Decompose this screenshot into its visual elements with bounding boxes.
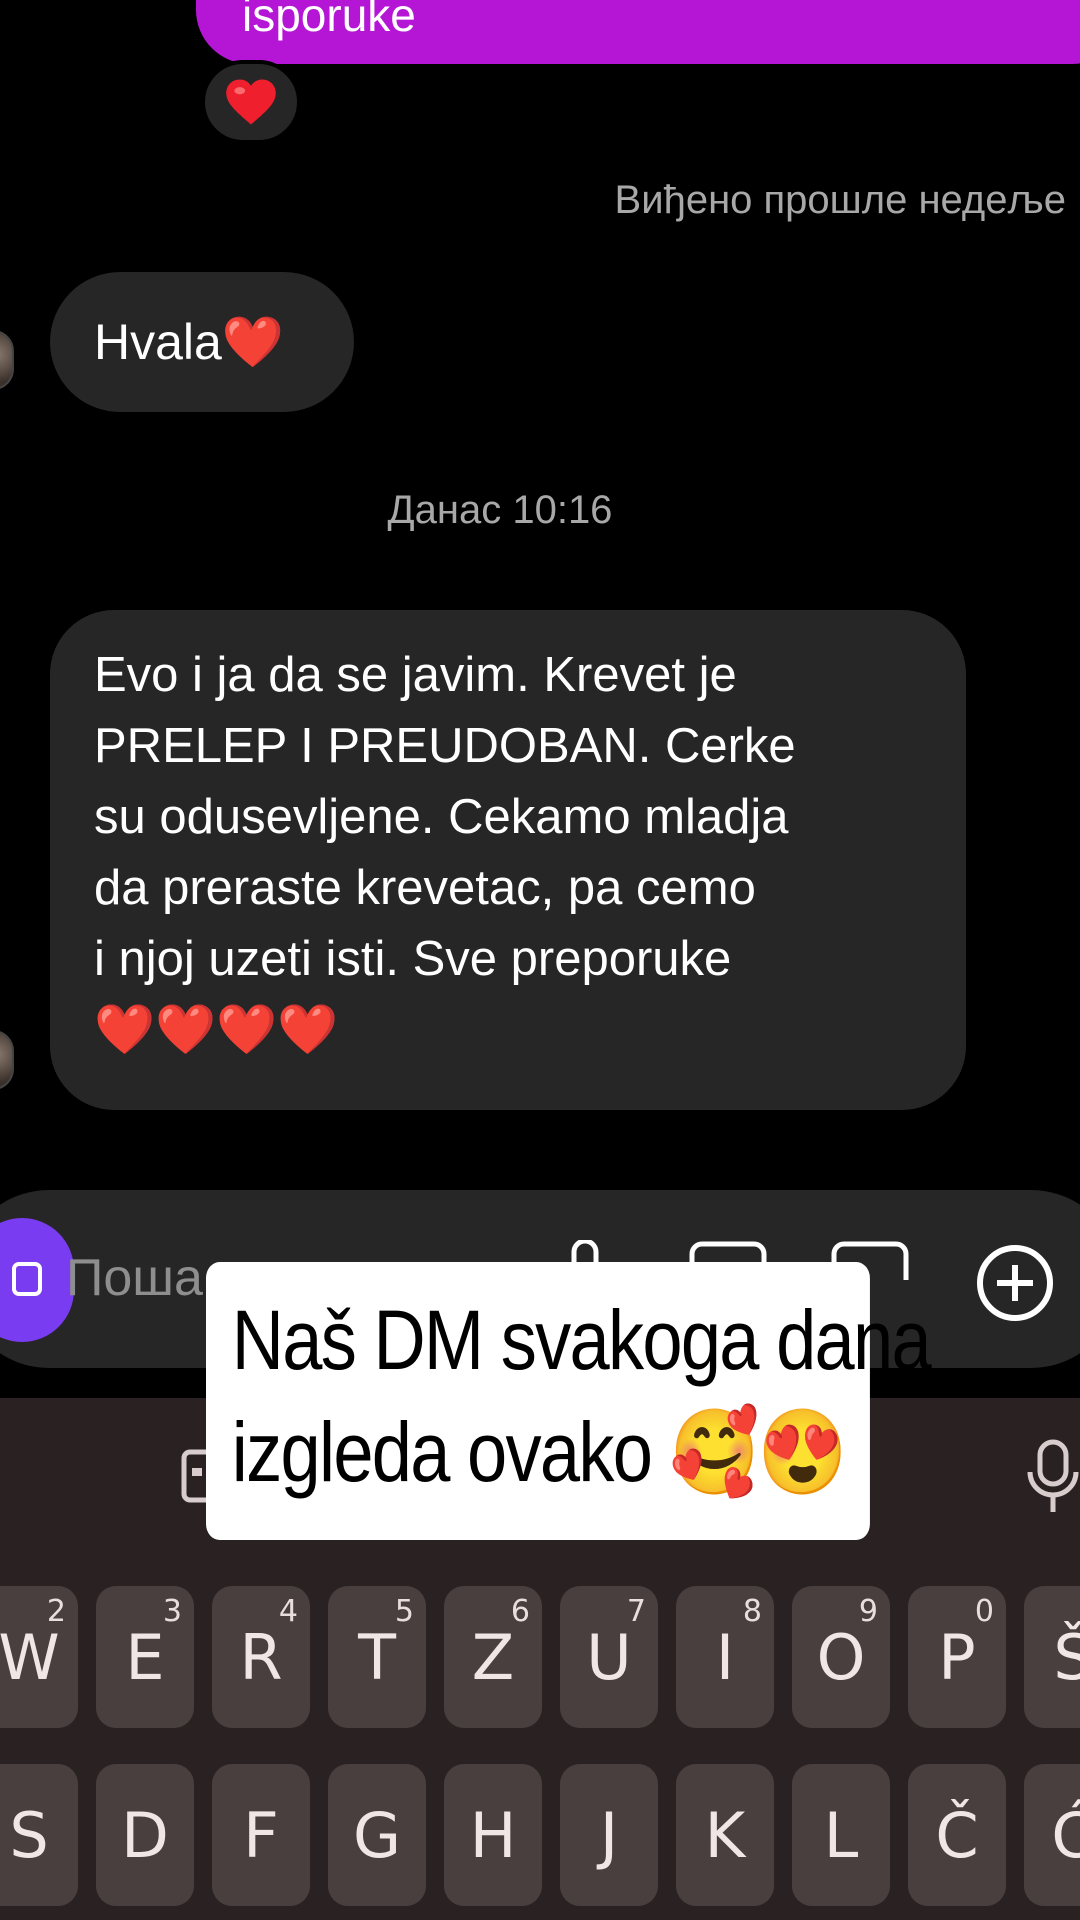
seen-status: Виђено прошле недеље: [614, 178, 1066, 222]
microphone-icon[interactable]: [1026, 1438, 1080, 1514]
key-label: O: [816, 1620, 866, 1694]
heart-reaction[interactable]: [201, 60, 301, 144]
key-label: F: [243, 1798, 279, 1872]
key-label: Ć: [1051, 1798, 1080, 1872]
key-j[interactable]: J: [560, 1764, 658, 1906]
key-label: T: [358, 1620, 396, 1694]
key-label: R: [239, 1620, 283, 1694]
key-hint: 9: [858, 1594, 878, 1629]
message-input[interactable]: Поша: [66, 1248, 203, 1308]
camera-icon: [12, 1262, 42, 1296]
key-i[interactable]: I8: [676, 1586, 774, 1728]
key-u[interactable]: U7: [560, 1586, 658, 1728]
key-label: W: [0, 1620, 60, 1694]
key-z[interactable]: Z6: [444, 1586, 542, 1728]
key-label: D: [121, 1798, 169, 1872]
key-e[interactable]: E3: [96, 1586, 194, 1728]
heart-icon: [226, 79, 276, 125]
key-h[interactable]: H: [444, 1764, 542, 1906]
message-hearts: ❤️❤️❤️❤️: [94, 1003, 339, 1057]
key-label: P: [938, 1620, 976, 1694]
key-hint: 4: [278, 1594, 298, 1629]
key-d[interactable]: D: [96, 1764, 194, 1906]
key-t[interactable]: T5: [328, 1586, 426, 1728]
caption-line: izgleda ovako 🥰😍: [231, 1405, 848, 1499]
key-label: Z: [471, 1620, 515, 1694]
caption-overlay: Naš DM svakoga dana izgleda ovako 🥰😍: [206, 1262, 932, 1540]
key-label: Š: [1053, 1620, 1080, 1694]
key-label: J: [599, 1798, 619, 1872]
key-hint: 3: [162, 1594, 182, 1629]
message-line: i njoj uzeti isti. Sve preporuke: [94, 932, 732, 986]
message-line: Evo i ja da se javim. Krevet je: [94, 648, 737, 702]
key-o[interactable]: O9: [792, 1586, 890, 1728]
key-k[interactable]: K: [676, 1764, 774, 1906]
key-label: L: [823, 1798, 859, 1872]
key-label: S: [9, 1798, 49, 1872]
key-f[interactable]: F: [212, 1764, 310, 1906]
key-label: Č: [935, 1798, 979, 1872]
key-label: E: [125, 1620, 165, 1694]
key-g[interactable]: G: [328, 1764, 426, 1906]
avatar[interactable]: [0, 1030, 14, 1090]
key-hint: 7: [626, 1594, 646, 1629]
received-message-text: Hvala❤️: [94, 313, 285, 370]
key-hint: 6: [510, 1594, 530, 1629]
key-label: G: [352, 1798, 402, 1872]
key-hint: 0: [974, 1594, 994, 1629]
key-label: K: [704, 1798, 746, 1872]
sent-message-bubble[interactable]: isporuke: [196, 0, 1080, 64]
received-message-bubble[interactable]: Hvala❤️: [50, 272, 354, 412]
key-w[interactable]: W2: [0, 1586, 78, 1728]
key-c-caron[interactable]: Č: [908, 1764, 1006, 1906]
message-line: da preraste krevetac, pa cemo: [94, 861, 756, 915]
key-c-acute[interactable]: Ć: [1024, 1764, 1080, 1906]
key-hint: 2: [46, 1594, 66, 1629]
key-label: H: [469, 1798, 517, 1872]
avatar[interactable]: [0, 330, 14, 390]
key-hint: 8: [742, 1594, 762, 1629]
key-hint: 5: [394, 1594, 414, 1629]
key-s[interactable]: S: [0, 1764, 78, 1906]
message-line: PRELEP I PREUDOBAN. Cerke: [94, 719, 796, 773]
camera-button[interactable]: [0, 1218, 74, 1342]
message-line: su odusevljene. Cekamo mladja: [94, 790, 789, 844]
key-l[interactable]: L: [792, 1764, 890, 1906]
received-message-bubble[interactable]: Evo i ja da se javim. Krevet je PRELEP I…: [50, 610, 966, 1110]
key-label: U: [586, 1620, 632, 1694]
caption-line: Naš DM svakoga dana: [231, 1293, 932, 1387]
timestamp-separator: Данас 10:16: [387, 488, 613, 532]
key-s-caron[interactable]: Š: [1024, 1586, 1080, 1728]
key-label: I: [715, 1620, 735, 1694]
sent-message-text: isporuke: [242, 0, 416, 41]
key-r[interactable]: R4: [212, 1586, 310, 1728]
key-p[interactable]: P0: [908, 1586, 1006, 1728]
